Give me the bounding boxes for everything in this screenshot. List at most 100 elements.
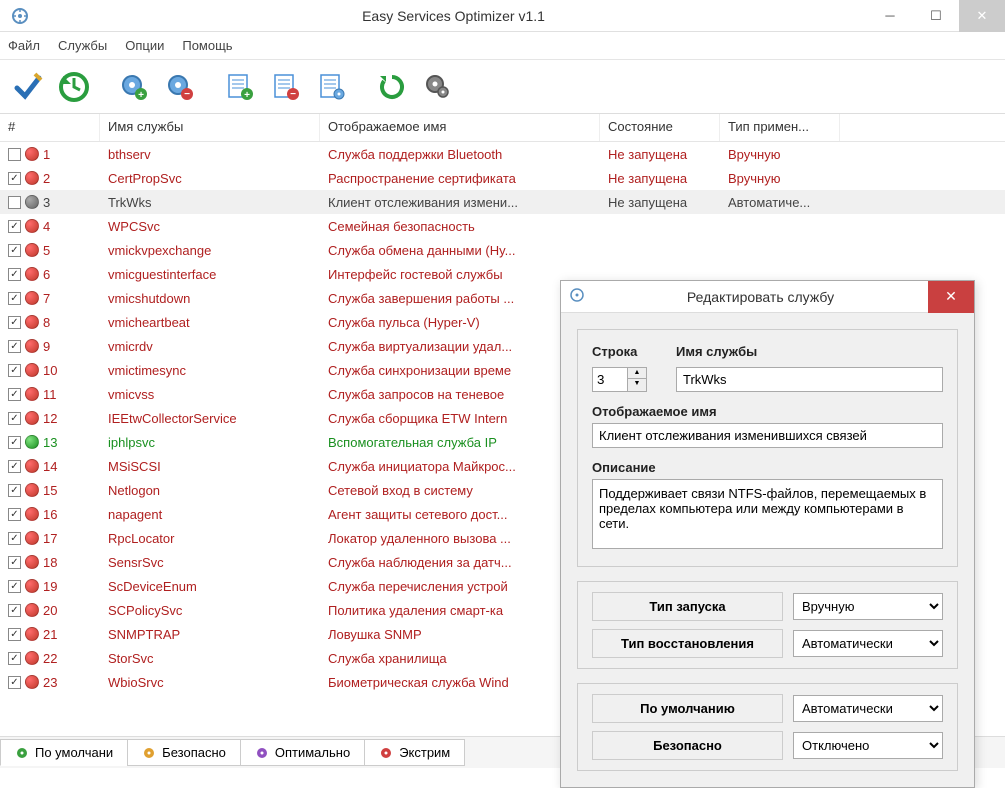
col-number[interactable]: # <box>0 114 100 141</box>
row-input[interactable] <box>592 367 628 392</box>
menubar: Файл Службы Опции Помощь <box>0 32 1005 60</box>
status-dot <box>25 267 39 281</box>
status-dot <box>25 459 39 473</box>
description-label: Описание <box>592 460 943 475</box>
dialog-titlebar: Редактировать службу ✕ <box>561 281 974 313</box>
status-dot <box>25 555 39 569</box>
window-title: Easy Services Optimizer v1.1 <box>40 8 867 24</box>
app-icon <box>8 4 32 28</box>
menu-file[interactable]: Файл <box>8 38 40 53</box>
refresh-button[interactable] <box>370 65 414 109</box>
default-select[interactable]: Автоматически <box>793 695 943 722</box>
row-checkbox[interactable]: ✓ <box>8 604 21 617</box>
titlebar: Easy Services Optimizer v1.1 ─ ☐ ✕ <box>0 0 1005 32</box>
spin-up[interactable]: ▲ <box>628 368 646 379</box>
list-edit-button[interactable] <box>310 65 354 109</box>
description-textarea[interactable]: Поддерживает связи NTFS-файлов, перемеща… <box>592 479 943 549</box>
col-name[interactable]: Имя службы <box>100 114 320 141</box>
gear-remove-button[interactable]: − <box>158 65 202 109</box>
menu-help[interactable]: Помощь <box>182 38 232 53</box>
recovery-type-select[interactable]: Автоматически <box>793 630 943 657</box>
table-row[interactable]: ✓2CertPropSvcРаспространение сертификата… <box>0 166 1005 190</box>
status-dot <box>25 195 39 209</box>
row-checkbox[interactable] <box>8 196 21 209</box>
row-checkbox[interactable]: ✓ <box>8 220 21 233</box>
safe-label: Безопасно <box>592 731 783 760</box>
row-checkbox[interactable]: ✓ <box>8 340 21 353</box>
maximize-button[interactable]: ☐ <box>913 0 959 32</box>
table-row[interactable]: ✓5vmickvpexchangeСлужба обмена данными (… <box>0 238 1005 262</box>
row-checkbox[interactable]: ✓ <box>8 316 21 329</box>
row-checkbox[interactable]: ✓ <box>8 508 21 521</box>
row-checkbox[interactable]: ✓ <box>8 412 21 425</box>
col-display[interactable]: Отображаемое имя <box>320 114 600 141</box>
list-add-button[interactable]: + <box>218 65 262 109</box>
row-checkbox[interactable]: ✓ <box>8 292 21 305</box>
list-remove-button[interactable]: − <box>264 65 308 109</box>
status-dot <box>25 651 39 665</box>
status-dot <box>25 315 39 329</box>
row-checkbox[interactable]: ✓ <box>8 364 21 377</box>
tab-default[interactable]: По умолчани <box>0 739 128 766</box>
row-checkbox[interactable]: ✓ <box>8 484 21 497</box>
svg-text:−: − <box>184 89 190 100</box>
edit-service-dialog: Редактировать службу ✕ Строка ▲▼ Имя слу… <box>560 280 975 788</box>
apply-button[interactable] <box>6 65 50 109</box>
row-checkbox[interactable]: ✓ <box>8 532 21 545</box>
row-checkbox[interactable]: ✓ <box>8 580 21 593</box>
status-dot <box>25 363 39 377</box>
table-row[interactable]: 1bthservСлужба поддержки BluetoothНе зап… <box>0 142 1005 166</box>
display-name-label: Отображаемое имя <box>592 404 943 419</box>
row-checkbox[interactable]: ✓ <box>8 652 21 665</box>
toolbar: + − + − <box>0 60 1005 114</box>
default-label: По умолчанию <box>592 694 783 723</box>
settings-button[interactable] <box>416 65 460 109</box>
status-dot <box>25 435 39 449</box>
display-name-input[interactable] <box>592 423 943 448</box>
minimize-button[interactable]: ─ <box>867 0 913 32</box>
dialog-close-button[interactable]: ✕ <box>928 281 974 313</box>
status-dot <box>25 219 39 233</box>
safe-select[interactable]: Отключено <box>793 732 943 759</box>
restore-button[interactable] <box>52 65 96 109</box>
col-state[interactable]: Состояние <box>600 114 720 141</box>
tab-safe[interactable]: Безопасно <box>127 739 241 766</box>
row-checkbox[interactable]: ✓ <box>8 460 21 473</box>
status-dot <box>25 243 39 257</box>
service-name-label: Имя службы <box>676 344 943 359</box>
row-checkbox[interactable]: ✓ <box>8 676 21 689</box>
status-dot <box>25 291 39 305</box>
row-checkbox[interactable]: ✓ <box>8 268 21 281</box>
status-dot <box>25 627 39 641</box>
tab-optimal[interactable]: Оптимально <box>240 739 365 766</box>
close-button[interactable]: ✕ <box>959 0 1005 32</box>
menu-options[interactable]: Опции <box>125 38 164 53</box>
tab-extreme[interactable]: Экстрим <box>364 739 465 766</box>
svg-text:+: + <box>138 90 144 101</box>
row-checkbox[interactable]: ✓ <box>8 244 21 257</box>
spin-down[interactable]: ▼ <box>628 379 646 390</box>
row-spinner[interactable]: ▲▼ <box>592 367 647 392</box>
service-name-input[interactable] <box>676 367 943 392</box>
startup-type-label: Тип запуска <box>592 592 783 621</box>
status-dot <box>25 675 39 689</box>
status-dot <box>25 531 39 545</box>
row-checkbox[interactable]: ✓ <box>8 436 21 449</box>
row-checkbox[interactable]: ✓ <box>8 172 21 185</box>
row-checkbox[interactable]: ✓ <box>8 388 21 401</box>
row-checkbox[interactable] <box>8 148 21 161</box>
col-type[interactable]: Тип примен... <box>720 114 840 141</box>
row-checkbox[interactable]: ✓ <box>8 628 21 641</box>
status-dot <box>25 411 39 425</box>
status-dot <box>25 339 39 353</box>
table-row[interactable]: ✓4WPCSvcСемейная безопасность <box>0 214 1005 238</box>
status-dot <box>25 171 39 185</box>
row-label: Строка <box>592 344 662 359</box>
startup-type-select[interactable]: Вручную <box>793 593 943 620</box>
gear-add-button[interactable]: + <box>112 65 156 109</box>
table-row[interactable]: 3TrkWksКлиент отслеживания измени...Не з… <box>0 190 1005 214</box>
row-checkbox[interactable]: ✓ <box>8 556 21 569</box>
svg-text:−: − <box>290 89 296 100</box>
recovery-type-label: Тип восстановления <box>592 629 783 658</box>
menu-services[interactable]: Службы <box>58 38 107 53</box>
